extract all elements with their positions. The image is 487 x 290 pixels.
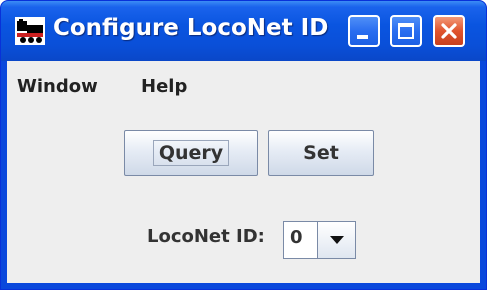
- maximize-button[interactable]: [390, 15, 422, 47]
- title-bar[interactable]: Configure LocoNet ID: [1, 1, 486, 61]
- set-button-label: Set: [303, 142, 339, 164]
- dropdown-button[interactable]: [317, 222, 355, 258]
- window-title: Configure LocoNet ID: [53, 15, 329, 41]
- content-pane: Window Help Query Set LocoNet ID: 0: [7, 61, 480, 283]
- close-icon: [441, 23, 457, 39]
- menu-window[interactable]: Window: [17, 76, 98, 97]
- menu-help[interactable]: Help: [141, 76, 187, 97]
- loconet-app-icon: [15, 17, 45, 45]
- close-button[interactable]: [433, 15, 465, 47]
- focus-ring: [153, 140, 229, 166]
- maximize-icon: [398, 23, 414, 39]
- query-button[interactable]: Query: [124, 130, 258, 176]
- minimize-icon: [357, 35, 368, 39]
- set-button[interactable]: Set: [268, 130, 374, 176]
- loconet-id-value: 0: [290, 227, 303, 248]
- chevron-down-icon: [330, 236, 344, 244]
- loconet-id-label: LocoNet ID:: [147, 226, 265, 247]
- menu-bar: Window Help: [7, 61, 480, 103]
- minimize-button[interactable]: [348, 15, 380, 47]
- configure-loconet-id-window: Configure LocoNet ID Window Help Query S…: [0, 0, 487, 290]
- loconet-id-combobox[interactable]: 0: [283, 221, 356, 259]
